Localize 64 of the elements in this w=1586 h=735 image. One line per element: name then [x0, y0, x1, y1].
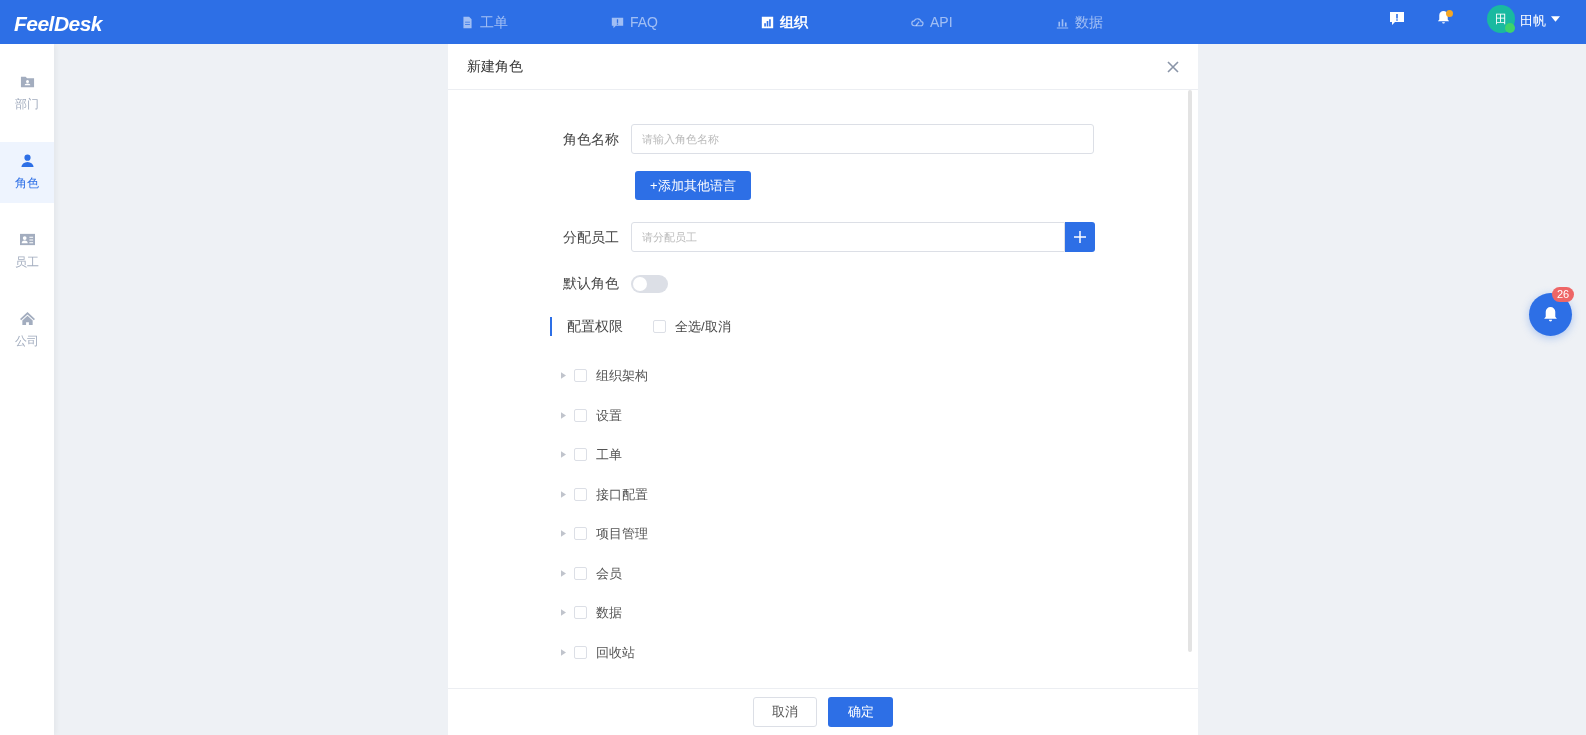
- id-card-icon: [19, 232, 35, 247]
- permission-label: 回收站: [596, 643, 635, 662]
- role-name-field[interactable]: 请输入角色名称: [631, 124, 1094, 154]
- field-label: 角色名称: [562, 129, 620, 149]
- sidebar-item[interactable]: 部门: [0, 63, 54, 124]
- field-label: 默认角色: [562, 274, 620, 293]
- nav-tab[interactable]: 数据: [1055, 11, 1103, 33]
- expand-arrow-icon[interactable]: [561, 451, 566, 459]
- cloud-icon: [911, 15, 924, 29]
- section-title: 配置权限: [567, 317, 623, 336]
- permission-label: 接口配置: [596, 485, 648, 504]
- expand-arrow-icon[interactable]: [561, 648, 566, 656]
- chat-bubble-icon: [611, 15, 624, 29]
- confirm-button[interactable]: 确定: [828, 697, 893, 727]
- expand-arrow-icon[interactable]: [561, 372, 566, 380]
- expand-arrow-icon[interactable]: [561, 490, 566, 498]
- permission-label: 设置: [596, 406, 622, 425]
- nav-tab[interactable]: 组织: [761, 11, 808, 33]
- bell-icon[interactable]: [1436, 10, 1453, 27]
- logo[interactable]: FeelDesk: [14, 8, 103, 40]
- checkbox[interactable]: [653, 320, 666, 333]
- user-name[interactable]: 田帆: [1520, 11, 1546, 31]
- person-icon: [19, 153, 35, 168]
- sidebar-item[interactable]: 员工: [0, 221, 54, 282]
- permission-label: 会员: [596, 564, 622, 583]
- user-avatar[interactable]: 田: [1487, 5, 1515, 33]
- expand-arrow-icon[interactable]: [561, 609, 566, 617]
- bell-icon: [1542, 306, 1559, 323]
- feedback-icon[interactable]: [1389, 10, 1405, 26]
- cancel-button[interactable]: 取消: [753, 697, 817, 727]
- sidebar-item[interactable]: 角色: [0, 142, 54, 203]
- plus-icon: [1074, 231, 1086, 243]
- checkbox[interactable]: [574, 527, 587, 541]
- permission-label: 数据: [596, 604, 622, 622]
- permission-label: 工单: [596, 446, 622, 464]
- nav-tab[interactable]: API: [911, 11, 953, 33]
- home-icon: [19, 311, 35, 326]
- sidebar-item[interactable]: 公司: [0, 300, 54, 361]
- dialog-title: 新建角色: [467, 57, 523, 76]
- field-label: 分配员工: [562, 227, 620, 247]
- select-all-label: 全选/取消: [675, 317, 731, 336]
- caret-icon[interactable]: [1551, 16, 1560, 22]
- permission-label: 组织架构: [596, 367, 648, 385]
- checkbox[interactable]: [574, 487, 587, 501]
- add-language-button[interactable]: +添加其他语言: [635, 171, 751, 200]
- close-icon[interactable]: [1167, 60, 1179, 73]
- bar-chart-icon: [761, 15, 774, 29]
- nav-tab[interactable]: FAQ: [611, 11, 658, 33]
- checkbox[interactable]: [574, 645, 587, 659]
- expand-arrow-icon[interactable]: [561, 411, 566, 419]
- toggle-switch[interactable]: [631, 274, 668, 293]
- checkbox[interactable]: [574, 408, 587, 422]
- count-badge: 26: [1552, 287, 1575, 302]
- checkbox[interactable]: [574, 369, 587, 383]
- checkbox[interactable]: [574, 448, 587, 462]
- folder-icon: [19, 74, 35, 89]
- checkbox[interactable]: [574, 566, 587, 580]
- document-icon: [461, 15, 474, 29]
- expand-arrow-icon[interactable]: [561, 569, 566, 577]
- nav-tab[interactable]: 工单: [461, 11, 508, 33]
- permission-label: 项目管理: [596, 525, 648, 543]
- add-staff-button[interactable]: [1065, 222, 1095, 252]
- expand-arrow-icon[interactable]: [561, 530, 566, 538]
- checkbox[interactable]: [574, 606, 587, 620]
